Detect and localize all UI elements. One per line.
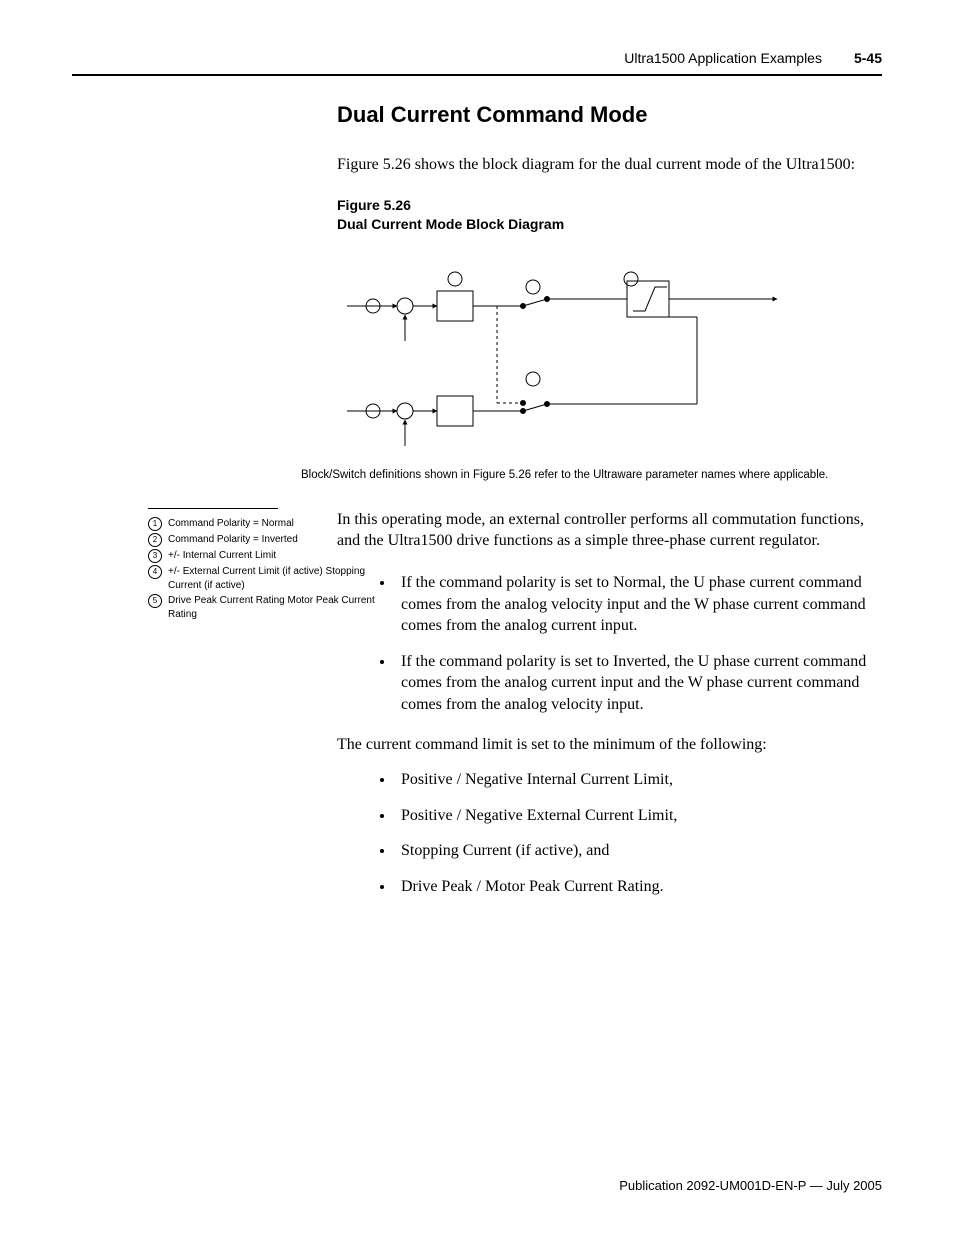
list-item: If the command polarity is set to Invert… [395,651,867,716]
page-footer: Publication 2092-UM001D-EN-P — July 2005 [619,1178,882,1193]
footnote-num-icon: 4 [148,565,162,579]
footnote-item: 2 Command Polarity = Inverted [148,533,388,547]
intro-paragraph: Figure 5.26 shows the block diagram for … [337,154,867,176]
runhead-title: Ultra1500 Application Examples [624,50,822,66]
footnote-item: 5 Drive Peak Current Rating Motor Peak C… [148,594,388,621]
main-content: Dual Current Command Mode Figure 5.26 sh… [337,102,867,898]
footnote-num-icon: 1 [148,517,162,531]
figure-caption: Figure 5.26 Dual Current Mode Block Diag… [337,196,867,235]
block-note: Block/Switch definitions shown in Figure… [301,469,861,481]
section-heading: Dual Current Command Mode [337,102,867,128]
header-rule [72,74,882,76]
figure-title: Dual Current Mode Block Diagram [337,216,564,232]
footnote-item: 4 +/- External Current Limit (if active)… [148,565,388,592]
limit-bullets: Positive / Negative Internal Current Lim… [337,769,867,897]
running-header: Ultra1500 Application Examples 5-45 [72,50,882,66]
list-item: If the command polarity is set to Normal… [395,572,867,637]
list-item: Positive / Negative External Current Lim… [395,805,867,827]
footnote-num-icon: 2 [148,533,162,547]
polarity-bullets: If the command polarity is set to Normal… [337,572,867,716]
footnote-text: +/- External Current Limit (if active) S… [168,565,388,592]
footnote-text: Command Polarity = Normal [168,517,388,531]
footnote-rule [148,508,278,509]
figure-number: Figure 5.26 [337,197,411,213]
diagram-footnotes: 1 Command Polarity = Normal 2 Command Po… [148,508,388,623]
list-item: Stopping Current (if active), and [395,840,867,862]
footnote-num-icon: 3 [148,549,162,563]
footnote-text: +/- Internal Current Limit [168,549,388,563]
footnote-text: Drive Peak Current Rating Motor Peak Cur… [168,594,388,621]
list-item: Positive / Negative Internal Current Lim… [395,769,867,791]
list-item: Drive Peak / Motor Peak Current Rating. [395,876,867,898]
footnote-num-icon: 5 [148,594,162,608]
footnote-text: Command Polarity = Inverted [168,533,388,547]
limit-paragraph: The current command limit is set to the … [337,734,867,756]
footnote-item: 3 +/- Internal Current Limit [148,549,388,563]
footnote-item: 1 Command Polarity = Normal [148,517,388,531]
block-diagram [337,251,797,461]
runhead-pageno: 5-45 [854,50,882,66]
mode-paragraph: In this operating mode, an external cont… [337,509,867,552]
